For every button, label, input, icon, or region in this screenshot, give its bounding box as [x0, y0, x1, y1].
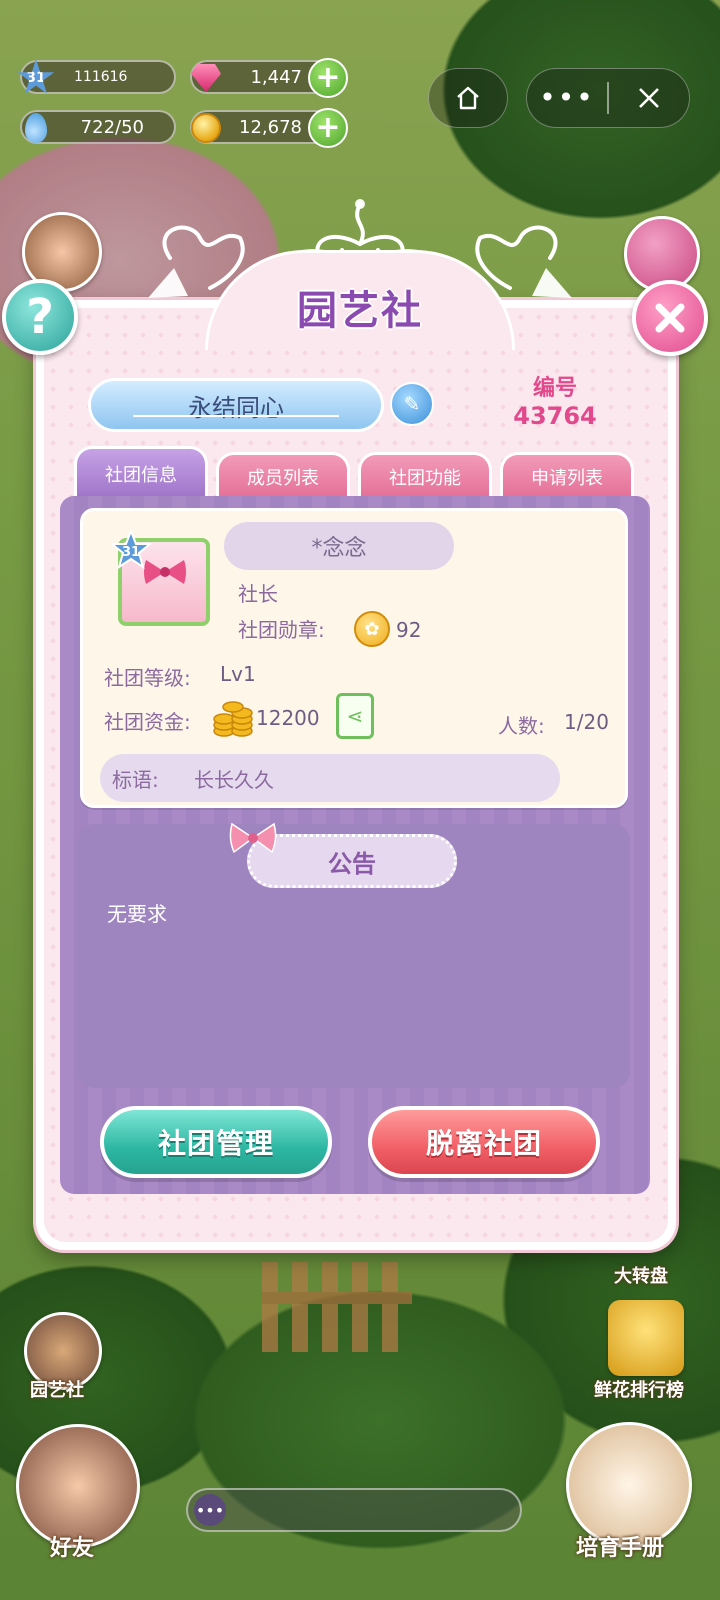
club-id-label: 编号	[532, 376, 577, 401]
flower-ranking-label: 鲜花排行榜	[594, 1380, 684, 1401]
club-medal-label: 社团勋章:	[238, 618, 325, 642]
tab-member-list-label: 成员列表	[247, 467, 319, 489]
gem-icon	[186, 58, 226, 98]
tab-club-functions-label: 社团功能	[389, 467, 461, 489]
leader-role: 社长	[238, 582, 278, 606]
home-icon	[457, 86, 479, 110]
tab-club-info[interactable]: 社团信息	[74, 446, 208, 498]
gems-bar: 1,447 +	[190, 58, 348, 98]
pink-bow-icon	[229, 822, 277, 854]
dialog-title: 园艺社	[297, 288, 423, 334]
notice-content: 无要求	[107, 902, 167, 926]
leader-nickname-field: *念念	[224, 522, 454, 570]
home-button[interactable]	[428, 68, 508, 128]
gold-value: 12,678	[239, 116, 302, 138]
tab-club-info-label: 社团信息	[105, 464, 177, 486]
tab-club-functions[interactable]: 社团功能	[358, 452, 492, 498]
gold-coins-icon	[213, 701, 253, 737]
chat-bar[interactable]: •••	[186, 1488, 522, 1532]
close-app-icon[interactable]	[609, 84, 689, 112]
water-value: 722/50	[80, 116, 144, 138]
slogan-label: 标语:	[112, 767, 159, 792]
growth-handbook-label: 培育手册	[576, 1536, 665, 1561]
club-medal-value: 92	[396, 618, 422, 642]
water-bar: 722/50	[20, 110, 176, 144]
gold-bar: 12,678 +	[190, 108, 348, 148]
club-name: 永结同心	[188, 393, 284, 422]
slogan-field: 标语: 长长久久	[100, 754, 560, 802]
club-id-value: 43764	[513, 402, 597, 430]
notice-title-text: 公告	[328, 849, 376, 878]
leave-club-label: 脱离社团	[425, 1127, 542, 1160]
level-badge-icon: 31	[111, 530, 151, 570]
exp-value: 111616	[74, 69, 128, 85]
close-dialog-button[interactable]	[632, 280, 708, 356]
more-options-icon[interactable]: •••	[527, 84, 607, 112]
level-exp-bar: 31 111616	[17, 59, 176, 94]
capsule-menu: •••	[526, 68, 690, 128]
gems-value: 1,447	[250, 66, 302, 88]
help-button[interactable]: ?	[2, 279, 78, 355]
add-gems-button[interactable]: +	[308, 58, 348, 98]
club-funds-label: 社团资金:	[104, 710, 191, 734]
question-mark-icon: ?	[26, 289, 54, 345]
close-icon	[655, 303, 685, 333]
friends-label: 好友	[50, 1536, 95, 1561]
tab-member-list[interactable]: 成员列表	[216, 452, 350, 498]
members-count-label: 人数:	[498, 714, 545, 738]
garden-club-label: 园艺社	[30, 1380, 84, 1401]
leave-club-button[interactable]: 脱离社团	[368, 1106, 600, 1178]
medal-icon: ✿	[354, 611, 390, 647]
club-name-field: 永结同心	[88, 378, 384, 432]
notice-title: 公告	[247, 834, 457, 888]
chat-bubble-icon: •••	[194, 1494, 226, 1526]
pencil-icon: ✎	[403, 392, 421, 416]
club-funds-value: 12200	[256, 706, 320, 730]
gold-coin-icon	[186, 108, 226, 148]
share-icon[interactable]: ⋖	[336, 693, 374, 739]
club-level-label: 社团等级:	[104, 666, 191, 690]
lucky-wheel-label[interactable]: 大转盘	[614, 1262, 668, 1288]
fence-decoration	[262, 1262, 412, 1352]
tab-application-list[interactable]: 申请列表	[500, 452, 634, 498]
add-gold-button[interactable]: +	[308, 108, 348, 148]
club-level-value: Lv1	[220, 662, 256, 686]
water-drop-icon	[16, 108, 56, 148]
slogan-value: 长长久久	[194, 767, 274, 792]
manage-club-button[interactable]: 社团管理	[100, 1106, 332, 1178]
tab-application-list-label: 申请列表	[531, 467, 603, 489]
level-value: 31	[26, 70, 46, 86]
manage-club-label: 社团管理	[157, 1127, 274, 1160]
edit-club-name-button[interactable]: ✎	[390, 382, 434, 426]
level-star-icon: 31	[16, 58, 56, 98]
leader-nickname: *念念	[311, 536, 367, 561]
trophy-icon[interactable]	[608, 1300, 684, 1376]
leader-level: 31	[122, 545, 140, 560]
members-count-value: 1/20	[564, 710, 609, 734]
